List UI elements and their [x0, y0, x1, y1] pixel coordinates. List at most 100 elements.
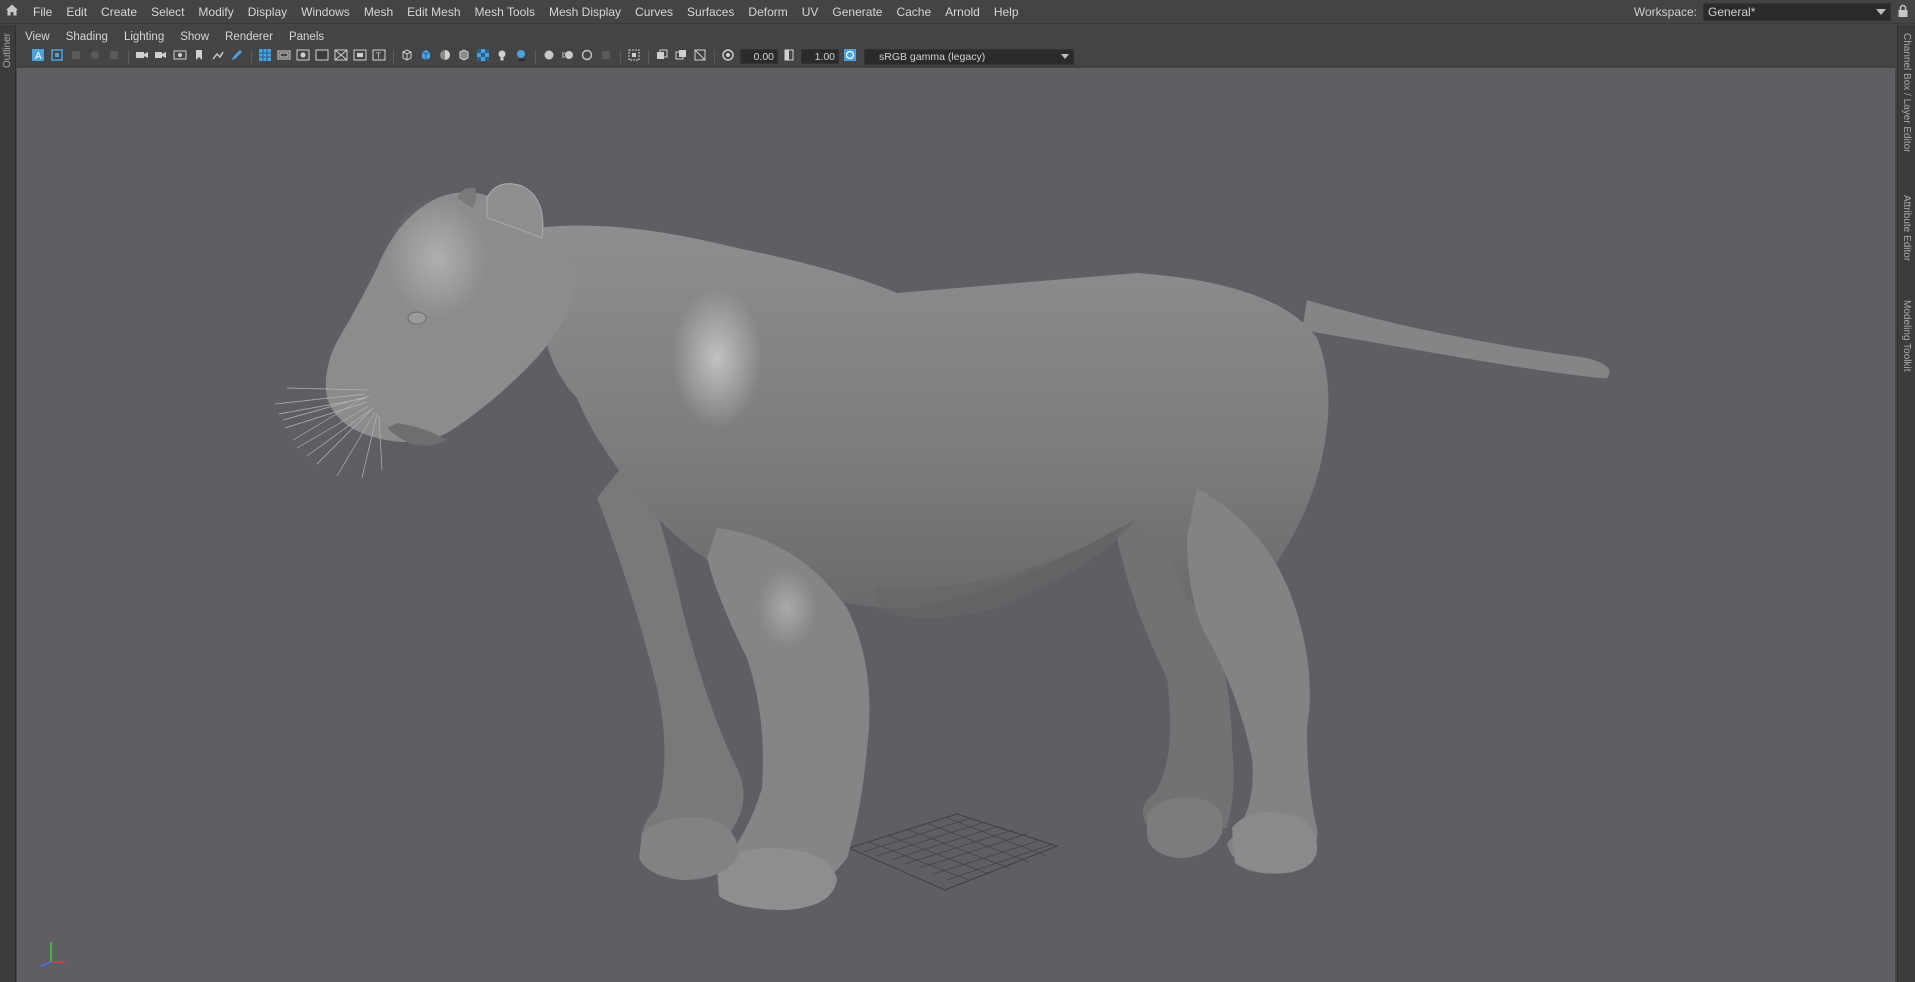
lock-button[interactable] — [1891, 0, 1915, 24]
modeling-toolkit-tab[interactable]: Modeling Toolkit — [1901, 300, 1912, 372]
isolate-select-toggle[interactable] — [625, 48, 643, 65]
wireframe-toggle[interactable] — [398, 48, 416, 65]
field-chart-toggle[interactable] — [332, 48, 350, 65]
film-gate-button[interactable] — [171, 48, 189, 65]
sphere-half-icon — [438, 48, 452, 65]
shaded-cube-icon — [419, 48, 433, 65]
depth-of-field-toggle[interactable] — [597, 48, 615, 65]
anti-aliasing-toggle[interactable] — [578, 48, 596, 65]
axis-gizmo — [31, 932, 71, 972]
ao-sphere-icon — [542, 48, 556, 65]
toolbar-separator — [648, 49, 649, 64]
gate-mask-icon — [315, 48, 329, 65]
shadows-toggle[interactable] — [512, 48, 530, 65]
menu-help[interactable]: Help — [987, 0, 1026, 24]
menu-mesh-tools[interactable]: Mesh Tools — [468, 0, 542, 24]
resolution-gate-toggle[interactable] — [294, 48, 312, 65]
gamma-toggle[interactable] — [780, 48, 798, 65]
safe-action-icon — [353, 48, 367, 65]
menu-modify[interactable]: Modify — [191, 0, 240, 24]
lock-camera-button[interactable] — [48, 48, 66, 65]
right-dock-strip: Channel Box / Layer Editor Attribute Edi… — [1897, 25, 1915, 982]
workspace-area: Workspace: General* — [1634, 0, 1915, 24]
wireframe-on-shaded-toggle[interactable] — [455, 48, 473, 65]
select-camera-button[interactable]: A — [29, 48, 47, 65]
camera-attributes-button[interactable] — [133, 48, 151, 65]
menu-display[interactable]: Display — [241, 0, 294, 24]
xray-components-toggle[interactable] — [691, 48, 709, 65]
use-all-lights-toggle[interactable] — [493, 48, 511, 65]
menu-cache[interactable]: Cache — [889, 0, 938, 24]
film-gate-toggle[interactable] — [275, 48, 293, 65]
chevron-down-icon — [1061, 54, 1069, 59]
tiger-model[interactable] — [274, 183, 1610, 910]
menu-arnold[interactable]: Arnold — [938, 0, 987, 24]
panel-menu-bar: View Shading Lighting Show Renderer Pane… — [17, 26, 1895, 48]
textured-toggle[interactable] — [474, 48, 492, 65]
channel-box-tab[interactable]: Channel Box / Layer Editor — [1901, 33, 1912, 153]
default-material-toggle[interactable] — [436, 48, 454, 65]
menu-windows[interactable]: Windows — [294, 0, 357, 24]
bookmark-button[interactable] — [67, 48, 85, 65]
bookmark-flag-button[interactable] — [190, 48, 208, 65]
anti-alias-icon — [580, 48, 594, 65]
grid-toggle[interactable] — [256, 48, 274, 65]
menu-deform[interactable]: Deform — [741, 0, 794, 24]
viewport[interactable] — [17, 68, 1895, 982]
checker-icon — [476, 48, 490, 65]
menu-generate[interactable]: Generate — [825, 0, 889, 24]
workspace-value: General* — [1708, 5, 1756, 19]
grease-pencil-button[interactable] — [105, 48, 123, 65]
motion-blur-toggle[interactable] — [559, 48, 577, 65]
light-bulb-icon — [495, 48, 509, 65]
color-management-toggle[interactable] — [841, 48, 859, 65]
camera-tools-button[interactable] — [152, 48, 170, 65]
home-icon — [5, 3, 19, 20]
panel-menu-view[interactable]: View — [17, 26, 58, 48]
ambient-occlusion-toggle[interactable] — [540, 48, 558, 65]
exposure-field[interactable]: 0.00 — [740, 49, 778, 64]
wireframe-cube-icon — [400, 48, 414, 65]
panel-menu-panels[interactable]: Panels — [281, 26, 332, 48]
menu-mesh[interactable]: Mesh — [357, 0, 400, 24]
gamma-field[interactable]: 1.00 — [801, 49, 839, 64]
grease-pencil-toggle[interactable] — [228, 48, 246, 65]
panel-menu-show[interactable]: Show — [172, 26, 217, 48]
image-plane-button[interactable] — [86, 48, 104, 65]
toolbar-separator — [128, 49, 129, 64]
menu-file[interactable]: File — [26, 0, 59, 24]
safe-title-icon: T — [372, 48, 386, 65]
menu-surfaces[interactable]: Surfaces — [680, 0, 741, 24]
panel-menu-lighting[interactable]: Lighting — [116, 26, 172, 48]
toolbar-separator — [714, 49, 715, 64]
workspace-dropdown[interactable]: General* — [1703, 3, 1891, 21]
menu-curves[interactable]: Curves — [628, 0, 680, 24]
frame-icon — [50, 48, 64, 65]
exposure-toggle[interactable] — [719, 48, 737, 65]
scene-canvas — [274, 183, 1610, 910]
panel-toolbar: A T 0.00 1.00 sRGB gamma (legacy) — [17, 47, 1895, 67]
menu-edit[interactable]: Edit — [59, 0, 94, 24]
home-button[interactable] — [0, 0, 24, 24]
menu-uv[interactable]: UV — [795, 0, 826, 24]
menu-select[interactable]: Select — [144, 0, 191, 24]
xray-components-icon — [693, 48, 707, 65]
camera-settings-icon — [154, 48, 168, 65]
safe-title-toggle[interactable]: T — [370, 48, 388, 65]
menu-mesh-display[interactable]: Mesh Display — [542, 0, 628, 24]
gate-mask-toggle[interactable] — [313, 48, 331, 65]
smooth-shade-toggle[interactable] — [417, 48, 435, 65]
safe-action-toggle[interactable] — [351, 48, 369, 65]
color-space-dropdown[interactable]: sRGB gamma (legacy) — [864, 48, 1074, 65]
camera-select-icon: A — [31, 48, 45, 65]
square-icon — [69, 48, 83, 65]
menu-edit-mesh[interactable]: Edit Mesh — [400, 0, 467, 24]
attribute-editor-tab[interactable]: Attribute Editor — [1901, 195, 1912, 261]
xray-joints-toggle[interactable] — [672, 48, 690, 65]
outliner-tab[interactable]: Outliner — [2, 33, 13, 68]
image-plane-toggle[interactable] — [209, 48, 227, 65]
menu-create[interactable]: Create — [94, 0, 144, 24]
xray-toggle[interactable] — [653, 48, 671, 65]
panel-menu-shading[interactable]: Shading — [58, 26, 116, 48]
panel-menu-renderer[interactable]: Renderer — [217, 26, 281, 48]
